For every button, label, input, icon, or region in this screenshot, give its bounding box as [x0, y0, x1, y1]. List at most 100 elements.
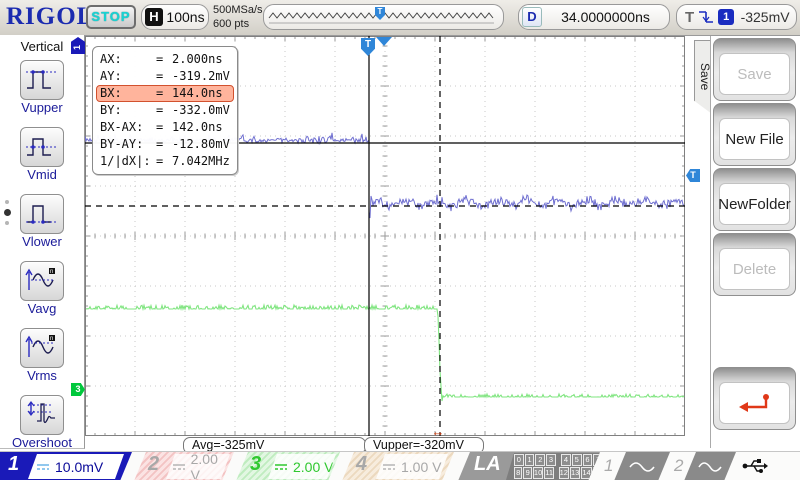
- menu-frame: NewFolder: [713, 168, 796, 231]
- cursor-row-ax: AX:=2.000ns: [96, 51, 234, 68]
- cursor-row-bx-selected[interactable]: BX:=144.0ns: [96, 85, 234, 102]
- channel2-number: 2: [148, 453, 159, 476]
- menu-page-dots: [3, 195, 11, 230]
- run-state-button[interactable]: STOP: [86, 5, 136, 29]
- la-digit-10: 10: [533, 467, 543, 479]
- dc-coupling-icon: [274, 462, 288, 472]
- overshoot-button[interactable]: [20, 395, 64, 435]
- menu-item-vlower: Vlower: [0, 194, 84, 249]
- dc-coupling-icon: [172, 462, 186, 472]
- pulse-mid-level-icon: [25, 131, 59, 161]
- vmid-button[interactable]: [20, 127, 64, 167]
- cursor-row-bx-ax: BX-AX:=142.0ns: [96, 119, 234, 136]
- la-digit-1: 1: [525, 454, 535, 466]
- cursor-row-by-ay: BY-AY:=-12.80mV: [96, 136, 234, 153]
- right-menu-panel: Save New File NewFolder Delete: [710, 36, 799, 448]
- menu-item-vmid: Vmid: [0, 127, 84, 182]
- la-digit-9: 9: [523, 467, 531, 479]
- channel4-number: 4: [356, 453, 367, 476]
- scope-display: 1 T T 3 ↔ AX:=2.000ns AY:=-319.2mV BX:=1…: [85, 36, 685, 436]
- la-digit-8: 8: [514, 467, 522, 479]
- channel4-status[interactable]: 4 1.00 V: [342, 452, 454, 480]
- la-digit-channels: 0123456789101112131415: [506, 453, 604, 480]
- la-digit-12: 12: [559, 467, 569, 479]
- oscilloscope-ui: RIGOL STOP H 100ns 500MSa/s 600 pts T D …: [0, 0, 800, 480]
- new-file-button[interactable]: New File: [719, 118, 790, 160]
- save-button[interactable]: Save: [719, 53, 790, 95]
- waveform-preview-bar: T: [263, 4, 504, 30]
- vupper-button[interactable]: [20, 60, 64, 100]
- channel1-scale: 10.0mV: [28, 454, 124, 479]
- top-status-bar: RIGOL STOP H 100ns 500MSa/s 600 pts T D …: [0, 0, 800, 36]
- trigger-delay-box: D 34.0000000ns: [518, 4, 670, 30]
- sine-wave-icon: [698, 461, 722, 473]
- delay-value: 34.0000000ns: [542, 9, 669, 25]
- return-arrow-icon: [738, 392, 772, 414]
- sample-rate: 500MSa/s: [213, 3, 263, 17]
- source2-status[interactable]: [684, 452, 736, 480]
- source1-status[interactable]: [614, 452, 670, 480]
- vlower-button[interactable]: [20, 194, 64, 234]
- menu-item-label: Vavg: [0, 302, 84, 316]
- trigger-level-marker[interactable]: T: [686, 169, 700, 182]
- la-digit-13: 13: [570, 467, 580, 479]
- la-digit-5: 5: [572, 454, 582, 466]
- la-label: LA: [474, 453, 501, 476]
- pulse-top-level-icon: [25, 64, 59, 94]
- menu-item-label: Vlower: [0, 235, 84, 249]
- channel2-status[interactable]: 2 2.00 V: [134, 452, 234, 480]
- falling-edge-icon: [698, 9, 714, 25]
- la-digit-6: 6: [583, 454, 593, 466]
- new-folder-button[interactable]: NewFolder: [719, 183, 790, 225]
- menu-item-overshoot: Overshoot: [0, 395, 84, 450]
- menu-item-vrms: n Vrms: [0, 328, 84, 383]
- rigol-logo: RIGOL: [6, 3, 94, 31]
- overshoot-icon: [25, 399, 59, 429]
- trigger-position-triangle-icon: [376, 37, 392, 46]
- channel3-status[interactable]: 3 2.00 V: [236, 452, 340, 480]
- menu-item-label: Vrms: [0, 369, 84, 383]
- channel4-scale: 1.00 V: [376, 454, 448, 479]
- la-digit-11: 11: [544, 467, 554, 479]
- la-digit-2: 2: [535, 454, 545, 466]
- sine-wave-icon: [629, 461, 655, 473]
- pulse-low-level-icon: [25, 198, 59, 228]
- menu-frame: New File: [713, 103, 796, 166]
- cursor-row-by: BY:=-332.0mV: [96, 102, 234, 119]
- channel3-number: 3: [250, 453, 261, 476]
- vavg-button[interactable]: n: [20, 261, 64, 301]
- menu-frame: [713, 367, 796, 430]
- la-digit-3: 3: [546, 454, 556, 466]
- usb-icon: [742, 455, 768, 477]
- menu-frame: Save: [713, 38, 796, 101]
- la-digit-0: 0: [514, 454, 524, 466]
- la-digit-15: 15: [593, 467, 603, 479]
- sine-average-icon: n: [25, 265, 59, 295]
- cursor-row-ay: AY:=-319.2mV: [96, 68, 234, 85]
- menu-item-label: Vmid: [0, 168, 84, 182]
- logic-analyzer-status[interactable]: LA 0123456789101112131415: [458, 452, 600, 480]
- timebase-value: 100ns: [163, 9, 208, 25]
- vrms-button[interactable]: n: [20, 328, 64, 368]
- bottom-status-bar: 1 10.0mV 2 2.00 V 3: [0, 451, 800, 480]
- source1-number: 1: [604, 456, 613, 476]
- sine-rms-icon: n: [25, 332, 59, 362]
- channel1-status[interactable]: 1 10.0mV: [0, 452, 132, 480]
- horizontal-timebase-box: H 100ns: [141, 4, 209, 30]
- menu-frame: Delete: [713, 233, 796, 296]
- dc-coupling-icon: [382, 462, 396, 472]
- la-digit-4: 4: [561, 454, 571, 466]
- acquisition-info: 500MSa/s 600 pts: [213, 3, 263, 31]
- status-icons: [742, 455, 800, 480]
- channel2-scale: 2.00 V: [166, 454, 230, 479]
- source2-number: 2: [674, 456, 683, 476]
- return-button[interactable]: [719, 382, 790, 424]
- trigger-source-badge: 1: [718, 9, 734, 25]
- delete-button[interactable]: Delete: [719, 248, 790, 290]
- channel3-scale: 2.00 V: [268, 454, 336, 479]
- channel1-number: 1: [8, 453, 19, 476]
- menu-item-vupper: Vupper: [0, 60, 84, 115]
- trigger-label: T: [685, 9, 694, 26]
- cursor-measurement-panel: AX:=2.000ns AY:=-319.2mV BX:=144.0ns BY:…: [92, 46, 238, 175]
- memory-depth: 600 pts: [213, 17, 263, 31]
